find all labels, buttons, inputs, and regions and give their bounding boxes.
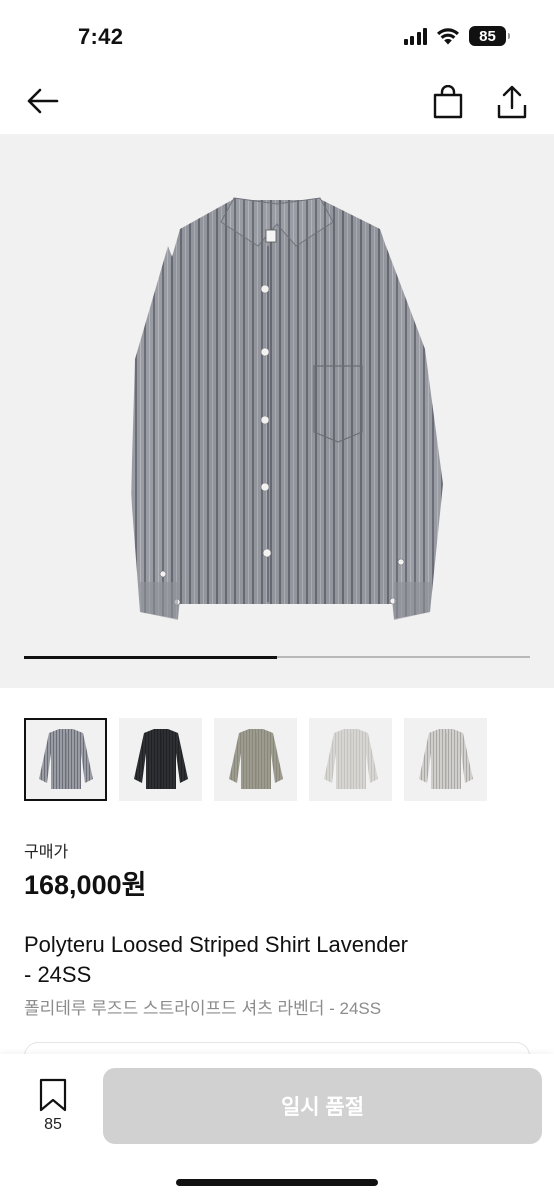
color-thumbnails bbox=[24, 718, 487, 801]
thumbnail-shirt-image bbox=[133, 728, 188, 789]
arrow-left-icon bbox=[27, 88, 59, 114]
battery-level: 85 bbox=[479, 27, 496, 45]
product-title-ko: 폴리테루 루즈드 스트라이프드 셔츠 라벤더 - 24SS bbox=[24, 999, 382, 1018]
share-icon bbox=[497, 85, 527, 119]
bookmark-button[interactable]: 85 bbox=[26, 1078, 80, 1142]
thumbnail-shirt-image bbox=[228, 728, 283, 789]
home-indicator bbox=[176, 1179, 378, 1186]
shopping-bag-button[interactable] bbox=[428, 82, 468, 122]
product-image bbox=[131, 197, 443, 620]
bookmark-icon bbox=[39, 1078, 67, 1112]
thumbnail-light-gray[interactable] bbox=[309, 718, 392, 801]
thumbnail-khaki[interactable] bbox=[214, 718, 297, 801]
thumbnail-shirt-image bbox=[323, 728, 378, 789]
thumbnail-black[interactable] bbox=[119, 718, 202, 801]
wifi-icon bbox=[437, 28, 459, 45]
carousel-progress-track bbox=[24, 655, 530, 659]
price-value: 168,000원 bbox=[24, 870, 147, 900]
nav-bar bbox=[0, 72, 554, 132]
status-icons: 85 bbox=[403, 26, 510, 46]
product-title-en-line2: - 24SS bbox=[24, 962, 92, 987]
status-bar: 7:42 85 bbox=[0, 0, 554, 70]
status-time: 7:42 bbox=[78, 24, 124, 49]
thumbnail-shirt-image bbox=[38, 728, 93, 789]
signal-icon bbox=[403, 27, 427, 45]
shopping-bag-icon bbox=[433, 85, 463, 119]
carousel-progress-fill bbox=[24, 655, 277, 659]
product-image-carousel[interactable] bbox=[0, 134, 554, 688]
thumbnail-light-gray-stripe[interactable] bbox=[404, 718, 487, 801]
product-title-en: Polyteru Loosed Striped Shirt Lavender -… bbox=[24, 930, 534, 990]
battery-icon: 85 bbox=[469, 26, 510, 46]
thumbnail-gray-stripe[interactable] bbox=[24, 718, 107, 801]
product-title-en-line1: Polyteru Loosed Striped Shirt Lavender bbox=[24, 932, 409, 957]
thumbnail-shirt-image bbox=[418, 728, 473, 789]
sold-out-button[interactable]: 일시 품절 bbox=[103, 1068, 542, 1144]
bookmark-count: 85 bbox=[44, 1116, 62, 1133]
price-label: 구매가 bbox=[24, 844, 69, 861]
back-button[interactable] bbox=[22, 84, 62, 118]
share-button[interactable] bbox=[492, 82, 532, 122]
